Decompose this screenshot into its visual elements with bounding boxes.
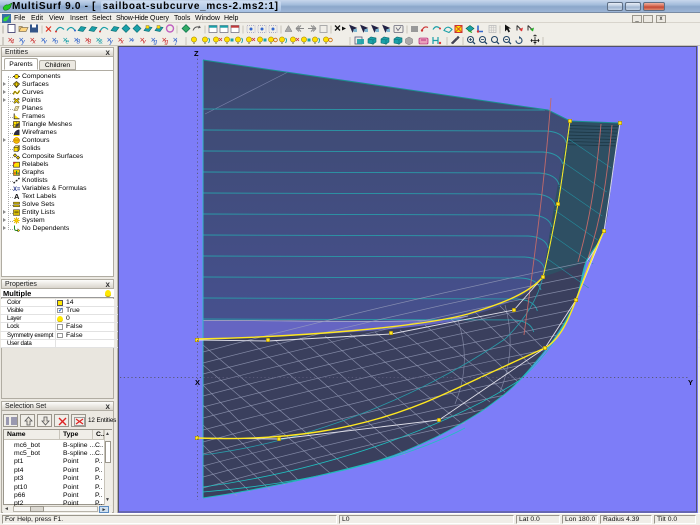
svg-text:v: v xyxy=(143,39,147,46)
svg-text:e: e xyxy=(66,39,70,46)
svg-text:Z: Z xyxy=(194,49,199,58)
svg-text:X: X xyxy=(195,378,200,387)
svg-text:&: & xyxy=(99,39,103,46)
svg-text:X=: X= xyxy=(13,187,20,192)
svg-text:8: 8 xyxy=(77,39,81,46)
svg-text:g: g xyxy=(165,39,169,46)
svg-text:8: 8 xyxy=(88,39,92,46)
svg-text:o: o xyxy=(55,39,59,46)
svg-text:v: v xyxy=(44,39,48,46)
svg-text:*: * xyxy=(132,39,135,46)
svg-text:A: A xyxy=(14,193,20,200)
svg-text:4: 4 xyxy=(11,39,15,46)
svg-text:g: g xyxy=(154,39,158,46)
svg-text:Y: Y xyxy=(688,378,693,387)
